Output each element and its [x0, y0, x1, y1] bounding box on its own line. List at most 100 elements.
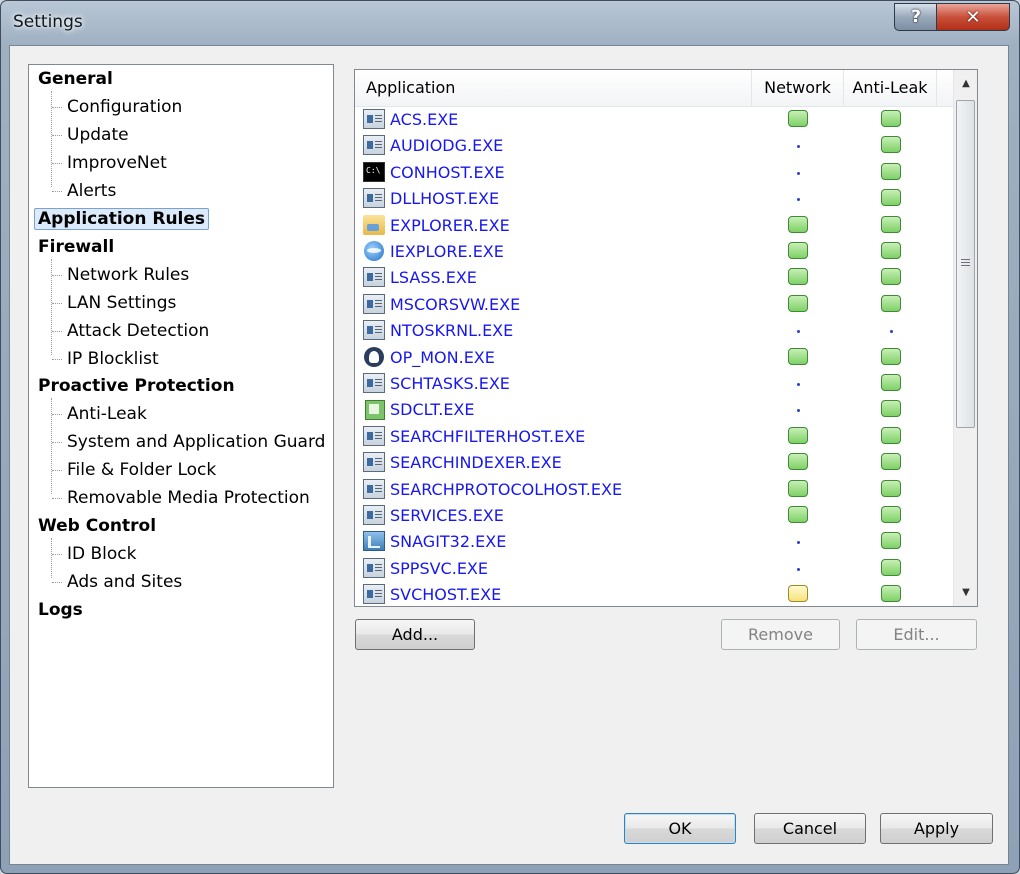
anti-leak-status-allow-icon[interactable] [881, 242, 901, 259]
network-status-none-icon[interactable] [797, 145, 800, 149]
table-row[interactable]: IEXPLORE.EXE [355, 239, 953, 265]
nav-item-attack-detection[interactable]: Attack Detection [67, 319, 209, 343]
help-button[interactable]: ? [894, 3, 938, 31]
network-status-allow-icon[interactable] [788, 110, 808, 127]
table-row[interactable]: SCHTASKS.EXE [355, 371, 953, 397]
nav-group-application-rules[interactable]: Application Rules [34, 207, 210, 231]
anti-leak-status-allow-icon[interactable] [881, 136, 901, 154]
table-row[interactable]: EXPLORER.EXE [355, 213, 953, 239]
anti-leak-status-none-icon[interactable] [890, 330, 893, 334]
nav-item-ip-blocklist[interactable]: IP Blocklist [67, 347, 159, 371]
table-row[interactable]: ACS.EXE [355, 107, 953, 133]
table-row[interactable]: OP_MON.EXE [355, 345, 953, 371]
nav-item-ads-and-sites[interactable]: Ads and Sites [67, 570, 182, 594]
nav-item-removable-media-protection[interactable]: Removable Media Protection [67, 486, 310, 510]
nav-item-network-rules[interactable]: Network Rules [67, 263, 189, 287]
anti-leak-status-allow-icon[interactable] [881, 162, 901, 180]
anti-leak-status-allow-icon[interactable] [881, 453, 901, 471]
application-name[interactable]: SVCHOST.EXE [390, 582, 501, 606]
table-row[interactable]: DLLHOST.EXE [355, 186, 953, 212]
application-name[interactable]: LSASS.EXE [390, 265, 477, 291]
scroll-down-arrow-icon[interactable]: ▼ [954, 582, 977, 604]
column-header-application[interactable]: Application [355, 70, 752, 106]
network-status-none-icon[interactable] [797, 409, 800, 413]
application-name[interactable]: SERVICES.EXE [390, 503, 504, 529]
network-status-allow-icon[interactable] [788, 215, 808, 233]
nav-item-configuration[interactable]: Configuration [67, 95, 182, 119]
nav-item-id-block[interactable]: ID Block [67, 542, 137, 566]
anti-leak-status-allow-icon[interactable] [881, 400, 901, 418]
application-name[interactable]: SNAGIT32.EXE [390, 529, 506, 555]
application-name[interactable]: MSCORSVW.EXE [390, 292, 520, 318]
anti-leak-status-allow-icon[interactable] [881, 532, 901, 550]
anti-leak-status-allow-icon[interactable] [881, 347, 901, 365]
application-name[interactable]: DLLHOST.EXE [390, 186, 499, 212]
table-row[interactable]: SVCHOST.EXE [355, 582, 953, 606]
remove-button[interactable]: Remove [721, 619, 840, 650]
application-name[interactable]: IEXPLORE.EXE [390, 239, 504, 265]
column-header-anti-leak[interactable]: Anti-Leak [844, 70, 937, 106]
application-name[interactable]: SEARCHINDEXER.EXE [390, 450, 562, 476]
application-name[interactable]: ACS.EXE [390, 107, 458, 133]
nav-group-proactive-protection[interactable]: Proactive Protection [38, 374, 235, 398]
network-status-none-icon[interactable] [797, 198, 800, 202]
table-row[interactable]: CONHOST.EXE [355, 160, 953, 186]
table-row[interactable]: AUDIODG.EXE [355, 133, 953, 159]
network-status-ask-icon[interactable] [788, 585, 808, 603]
anti-leak-status-allow-icon[interactable] [881, 374, 901, 391]
nav-item-improvenet[interactable]: ImproveNet [67, 151, 167, 175]
table-row[interactable]: SPPSVC.EXE [355, 556, 953, 582]
scroll-up-arrow-icon[interactable]: ▲ [954, 73, 977, 95]
table-row[interactable]: LSASS.EXE [355, 265, 953, 291]
ok-button[interactable]: OK [624, 813, 736, 844]
anti-leak-status-allow-icon[interactable] [881, 215, 901, 233]
table-row[interactable]: NTOSKRNL.EXE [355, 318, 953, 344]
network-status-none-icon[interactable] [797, 567, 800, 571]
network-status-none-icon[interactable] [797, 541, 800, 545]
anti-leak-status-allow-icon[interactable] [881, 479, 901, 497]
table-row[interactable]: SERVICES.EXE [355, 503, 953, 529]
network-status-allow-icon[interactable] [788, 453, 808, 471]
application-name[interactable]: EXPLORER.EXE [390, 213, 510, 239]
table-row[interactable]: SNAGIT32.EXE [355, 529, 953, 555]
nav-item-anti-leak[interactable]: Anti-Leak [67, 402, 147, 426]
cancel-button[interactable]: Cancel [754, 813, 866, 844]
anti-leak-status-allow-icon[interactable] [881, 294, 901, 312]
network-status-allow-icon[interactable] [788, 506, 808, 523]
table-row[interactable]: SEARCHPROTOCOLHOST.EXE [355, 477, 953, 503]
scroll-thumb[interactable] [956, 100, 975, 428]
nav-group-firewall[interactable]: Firewall [38, 235, 114, 259]
table-row[interactable]: SEARCHFILTERHOST.EXE [355, 424, 953, 450]
application-name[interactable]: SPPSVC.EXE [390, 556, 488, 582]
apply-button[interactable]: Apply [880, 813, 993, 844]
application-name[interactable]: AUDIODG.EXE [390, 133, 503, 159]
network-status-allow-icon[interactable] [788, 294, 808, 312]
network-status-none-icon[interactable] [797, 171, 800, 175]
application-name[interactable]: SEARCHFILTERHOST.EXE [390, 424, 585, 450]
network-status-allow-icon[interactable] [788, 268, 808, 286]
network-status-allow-icon[interactable] [788, 479, 808, 497]
title-bar[interactable]: Settings ? ✕ [1, 1, 1019, 45]
vertical-scrollbar[interactable]: ▲ ▼ [953, 70, 977, 606]
application-name[interactable]: NTOSKRNL.EXE [390, 318, 513, 344]
close-button[interactable]: ✕ [936, 3, 1010, 31]
application-name[interactable]: SCHTASKS.EXE [390, 371, 510, 397]
nav-item-update[interactable]: Update [67, 123, 129, 147]
add-button[interactable]: Add... [355, 619, 475, 650]
anti-leak-status-allow-icon[interactable] [881, 426, 901, 444]
anti-leak-status-allow-icon[interactable] [881, 558, 901, 576]
anti-leak-status-allow-icon[interactable] [881, 110, 901, 127]
network-status-allow-icon[interactable] [788, 426, 808, 444]
table-row[interactable]: SDCLT.EXE [355, 397, 953, 423]
application-name[interactable]: SDCLT.EXE [390, 397, 475, 423]
application-name[interactable]: CONHOST.EXE [390, 160, 505, 186]
anti-leak-status-allow-icon[interactable] [881, 506, 901, 523]
nav-item-system-and-application-guard[interactable]: System and Application Guard [67, 430, 325, 454]
application-name[interactable]: OP_MON.EXE [390, 345, 495, 371]
nav-group-general[interactable]: General [38, 67, 113, 91]
anti-leak-status-allow-icon[interactable] [881, 189, 901, 207]
nav-item-alerts[interactable]: Alerts [67, 179, 116, 203]
column-header-network[interactable]: Network [752, 70, 844, 106]
network-status-allow-icon[interactable] [788, 347, 808, 365]
network-status-allow-icon[interactable] [788, 242, 808, 259]
